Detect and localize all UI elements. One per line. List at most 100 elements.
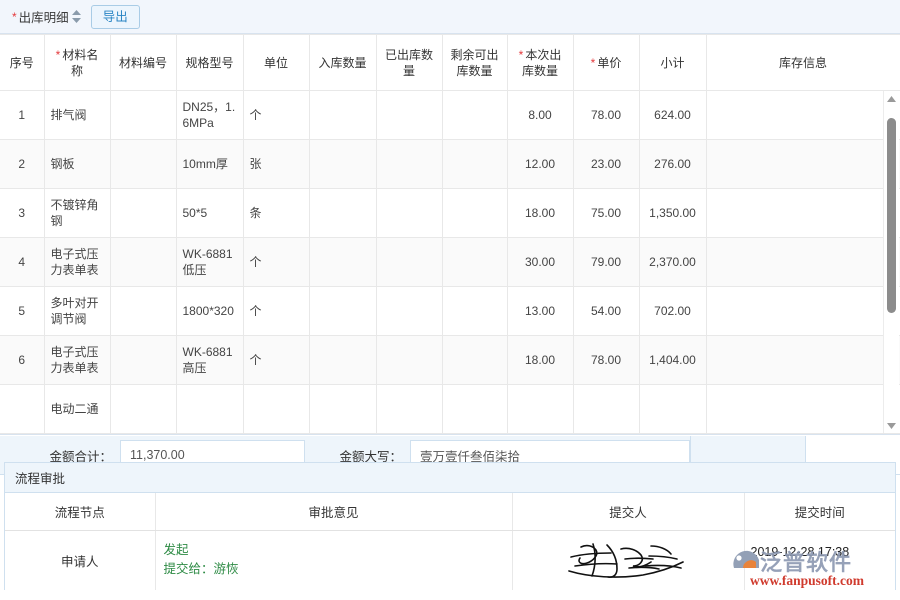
cell-spec[interactable] xyxy=(176,385,243,434)
cell-left_qty[interactable] xyxy=(442,385,507,434)
column-header-this_qty[interactable]: *本次出库数量 xyxy=(507,35,573,91)
triangle-down-icon[interactable] xyxy=(884,418,899,433)
cell-left_qty[interactable] xyxy=(442,238,507,287)
cell-name[interactable]: 电子式压力表单表 xyxy=(44,336,110,385)
cell-out_qty[interactable] xyxy=(376,238,442,287)
cell-stock[interactable] xyxy=(706,336,900,385)
cell-out_qty[interactable] xyxy=(376,189,442,238)
cell-idx[interactable]: 3 xyxy=(0,189,44,238)
cell-subtotal[interactable]: 276.00 xyxy=(639,140,706,189)
column-header-price[interactable]: *单价 xyxy=(573,35,639,91)
cell-unit[interactable]: 个 xyxy=(243,287,309,336)
cell-left_qty[interactable] xyxy=(442,336,507,385)
cell-in_qty[interactable] xyxy=(309,91,376,140)
cell-in_qty[interactable] xyxy=(309,238,376,287)
cell-name[interactable]: 多叶对开调节阀 xyxy=(44,287,110,336)
table-row[interactable]: 3不镀锌角钢50*5条18.0075.001,350.00 xyxy=(0,189,900,238)
cell-idx[interactable]: 5 xyxy=(0,287,44,336)
table-row[interactable]: 1排气阀 DN25，1.6MPa个 8.0078.00624.00 xyxy=(0,91,900,140)
table-row[interactable]: 4电子式压力表单表WK-6881低压个30.0079.002,370.00 xyxy=(0,238,900,287)
cell-this_qty[interactable]: 8.00 xyxy=(507,91,573,140)
cell-price[interactable]: 75.00 xyxy=(573,189,639,238)
column-header-unit[interactable]: 单位 xyxy=(243,35,309,91)
cell-this_qty[interactable]: 18.00 xyxy=(507,336,573,385)
cell-out_qty[interactable] xyxy=(376,287,442,336)
cell-price[interactable]: 54.00 xyxy=(573,287,639,336)
column-header-in_qty[interactable]: 入库数量 xyxy=(309,35,376,91)
cell-out_qty[interactable] xyxy=(376,385,442,434)
scrollbar-thumb[interactable] xyxy=(887,118,896,313)
cell-spec[interactable]: 10mm厚 xyxy=(176,140,243,189)
cell-this_qty[interactable]: 12.00 xyxy=(507,140,573,189)
cell-left_qty[interactable] xyxy=(442,189,507,238)
cell-code[interactable] xyxy=(110,140,176,189)
cell-price[interactable]: 23.00 xyxy=(573,140,639,189)
cell-stock[interactable] xyxy=(706,238,900,287)
cell-spec[interactable]: 50*5 xyxy=(176,189,243,238)
table-row[interactable]: 6电子式压力表单表 WK-6881高压个 18.0078.001,404.00 xyxy=(0,336,900,385)
cell-in_qty[interactable] xyxy=(309,336,376,385)
cell-this_qty[interactable] xyxy=(507,385,573,434)
detail-grid-scrollbar[interactable] xyxy=(883,91,899,433)
cell-this_qty[interactable]: 30.00 xyxy=(507,238,573,287)
cell-price[interactable]: 78.00 xyxy=(573,91,639,140)
column-header-left_qty[interactable]: 剩余可出库数量 xyxy=(442,35,507,91)
cell-name[interactable]: 电动二通 xyxy=(44,385,110,434)
cell-subtotal[interactable]: 624.00 xyxy=(639,91,706,140)
column-header-code[interactable]: 材料编号 xyxy=(110,35,176,91)
cell-idx[interactable] xyxy=(0,385,44,434)
cell-subtotal[interactable]: 2,370.00 xyxy=(639,238,706,287)
column-header-stock[interactable]: 库存信息 xyxy=(706,35,900,91)
cell-name[interactable]: 电子式压力表单表 xyxy=(44,238,110,287)
cell-subtotal[interactable]: 702.00 xyxy=(639,287,706,336)
cell-stock[interactable] xyxy=(706,385,900,434)
cell-in_qty[interactable] xyxy=(309,287,376,336)
cell-out_qty[interactable] xyxy=(376,91,442,140)
cell-idx[interactable]: 6 xyxy=(0,336,44,385)
column-header-subtotal[interactable]: 小计 xyxy=(639,35,706,91)
triangle-up-icon[interactable] xyxy=(884,91,899,106)
column-header-idx[interactable]: 序号 xyxy=(0,35,44,91)
cell-name[interactable]: 不镀锌角钢 xyxy=(44,189,110,238)
cell-code[interactable] xyxy=(110,336,176,385)
column-header-name[interactable]: *材料名称 xyxy=(44,35,110,91)
cell-subtotal[interactable]: 1,404.00 xyxy=(639,336,706,385)
cell-stock[interactable] xyxy=(706,140,900,189)
cell-spec[interactable]: 1800*320 xyxy=(176,287,243,336)
cell-code[interactable] xyxy=(110,287,176,336)
cell-idx[interactable]: 1 xyxy=(0,91,44,140)
cell-subtotal[interactable] xyxy=(639,385,706,434)
cell-code[interactable] xyxy=(110,91,176,140)
cell-left_qty[interactable] xyxy=(442,140,507,189)
table-row[interactable]: 电动二通 xyxy=(0,385,900,434)
cell-name[interactable]: 钢板 xyxy=(44,140,110,189)
table-row[interactable]: 5多叶对开调节阀1800*320个13.0054.00702.00 xyxy=(0,287,900,336)
cell-code[interactable] xyxy=(110,238,176,287)
export-button[interactable]: 导出 xyxy=(91,5,140,29)
cell-left_qty[interactable] xyxy=(442,287,507,336)
cell-in_qty[interactable] xyxy=(309,385,376,434)
cell-in_qty[interactable] xyxy=(309,140,376,189)
cell-unit[interactable]: 个 xyxy=(243,91,309,140)
cell-price[interactable]: 78.00 xyxy=(573,336,639,385)
cell-in_qty[interactable] xyxy=(309,189,376,238)
cell-name[interactable]: 排气阀 xyxy=(44,91,110,140)
cell-stock[interactable] xyxy=(706,91,900,140)
sort-updown-icon[interactable] xyxy=(72,10,81,23)
cell-this_qty[interactable]: 18.00 xyxy=(507,189,573,238)
column-header-out_qty[interactable]: 已出库数量 xyxy=(376,35,442,91)
cell-unit[interactable]: 条 xyxy=(243,189,309,238)
cell-idx[interactable]: 4 xyxy=(0,238,44,287)
cell-stock[interactable] xyxy=(706,287,900,336)
cell-spec[interactable]: DN25，1.6MPa xyxy=(176,91,243,140)
cell-out_qty[interactable] xyxy=(376,140,442,189)
column-header-spec[interactable]: 规格型号 xyxy=(176,35,243,91)
cell-spec[interactable]: WK-6881高压 xyxy=(176,336,243,385)
cell-unit[interactable]: 个 xyxy=(243,238,309,287)
cell-code[interactable] xyxy=(110,189,176,238)
table-row[interactable]: 2钢板10mm厚张12.0023.00276.00 xyxy=(0,140,900,189)
cell-idx[interactable]: 2 xyxy=(0,140,44,189)
cell-price[interactable] xyxy=(573,385,639,434)
cell-unit[interactable]: 个 xyxy=(243,336,309,385)
cell-out_qty[interactable] xyxy=(376,336,442,385)
